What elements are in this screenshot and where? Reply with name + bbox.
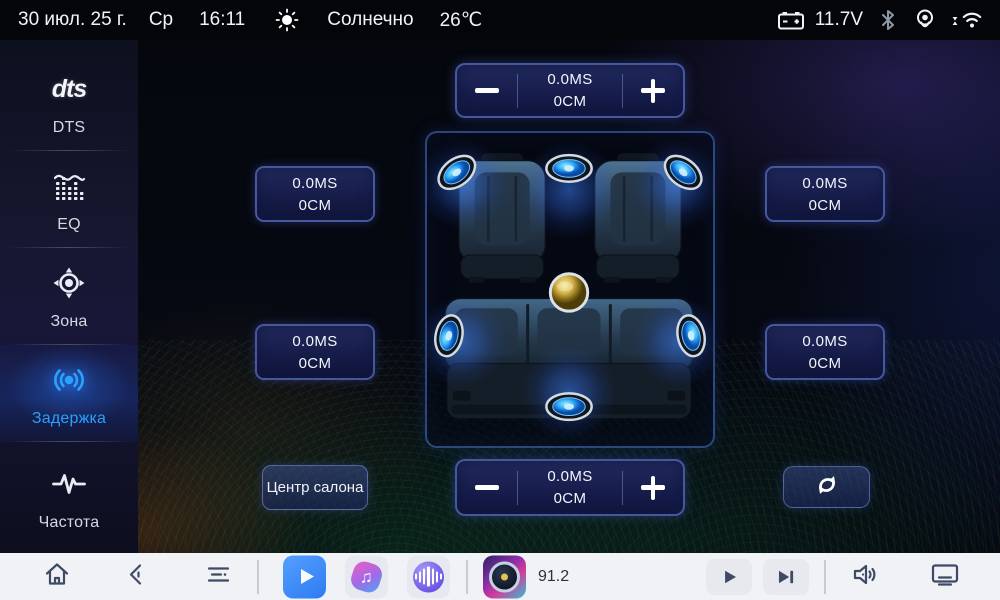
listening-position-button[interactable]: Центр салона	[262, 465, 368, 510]
rear-right-delay-box[interactable]: 0.0MS 0CM	[765, 324, 885, 380]
sidebar-item-eq-label: EQ	[57, 216, 81, 234]
music-app-icon[interactable]: ♫	[345, 555, 388, 598]
status-time: 16:11	[199, 9, 245, 31]
rear-left-delay-box[interactable]: 0.0MS 0CM	[255, 324, 375, 380]
bluetooth-icon	[878, 7, 898, 33]
rear-center-delay-stepper: 0.0MS 0CM	[455, 459, 685, 516]
back-icon[interactable]	[123, 560, 151, 593]
cabin-speaker-map	[425, 131, 715, 448]
head-unit-screen: 30 июл. 25 г. Ср 16:11 Солнечно 26℃	[0, 0, 1000, 600]
delay-waves-icon	[50, 359, 88, 401]
display-icon[interactable]	[929, 560, 961, 593]
status-temperature: 26℃	[440, 9, 482, 32]
delay-ms-value: 0.0MS	[292, 175, 337, 192]
front-left-delay-box[interactable]: 0.0MS 0CM	[255, 166, 375, 222]
front-center-delay-value: 0.0MS 0CM	[518, 71, 622, 110]
volume-icon[interactable]	[849, 559, 879, 594]
delay-ms-value: 0.0MS	[547, 71, 592, 88]
refresh-icon	[812, 470, 842, 505]
delay-cm-value: 0CM	[809, 355, 842, 372]
delay-cm-value: 0CM	[299, 355, 332, 372]
minus-icon	[475, 88, 499, 93]
sidebar-item-frequency[interactable]: Частота	[0, 442, 138, 552]
rear-center-delay-value: 0.0MS 0CM	[518, 468, 622, 507]
delay-cm-value: 0CM	[299, 197, 332, 214]
dock-divider	[257, 560, 259, 594]
voice-assistant-app-icon[interactable]	[407, 555, 450, 598]
sidebar-item-dts[interactable]: dts DTS	[0, 54, 138, 151]
front-right-delay-box[interactable]: 0.0MS 0CM	[765, 166, 885, 222]
recent-apps-icon[interactable]	[203, 560, 233, 593]
plus-icon	[641, 476, 665, 500]
radio-app-icon[interactable]	[483, 555, 526, 598]
voice-waveform-icon	[413, 561, 444, 592]
rear-center-speaker	[546, 393, 591, 420]
delay-ms-value: 0.0MS	[802, 175, 847, 192]
delay-cm-value: 0CM	[554, 93, 587, 110]
listening-position-label: Центр салона	[267, 479, 364, 496]
music-note-icon: ♫	[348, 558, 385, 595]
front-center-delay-stepper: 0.0MS 0CM	[455, 63, 685, 118]
home-icon[interactable]	[42, 559, 72, 594]
rear-delay-plus-button[interactable]	[623, 461, 683, 514]
eq-bars-icon	[50, 165, 88, 207]
dock-divider	[824, 560, 826, 594]
radio-frequency-label: 91.2	[538, 568, 569, 586]
location-icon[interactable]	[912, 6, 938, 34]
sidebar-item-zone-label: Зона	[50, 313, 87, 331]
frequency-wave-icon	[50, 463, 88, 505]
rear-delay-minus-button[interactable]	[457, 461, 517, 514]
gold-center-marker	[550, 274, 587, 311]
delay-cm-value: 0CM	[554, 490, 587, 507]
sidebar-item-eq[interactable]: EQ	[0, 151, 138, 248]
minus-icon	[475, 485, 499, 490]
sidebar: dts DTS EQ	[0, 40, 138, 553]
sun-icon	[275, 8, 299, 32]
video-player-app-icon[interactable]	[283, 555, 326, 598]
zone-target-icon	[50, 262, 88, 304]
delay-ms-value: 0.0MS	[547, 468, 592, 485]
status-date: 30 июл. 25 г.	[18, 9, 127, 31]
next-track-button[interactable]	[763, 559, 809, 595]
sidebar-item-zone[interactable]: Зона	[0, 248, 138, 345]
delay-ms-value: 0.0MS	[292, 333, 337, 350]
dock-divider	[466, 560, 468, 594]
sidebar-item-delay[interactable]: Задержка	[0, 345, 138, 442]
sidebar-item-frequency-label: Частота	[39, 514, 100, 532]
sidebar-item-dts-label: DTS	[53, 119, 86, 137]
status-bar: 30 июл. 25 г. Ср 16:11 Солнечно 26℃	[0, 0, 1000, 40]
delay-ms-value: 0.0MS	[802, 333, 847, 350]
wifi-icon[interactable]	[950, 6, 986, 34]
front-delay-minus-button[interactable]	[457, 65, 517, 116]
dock-bar: ♫ 91.2	[0, 553, 1000, 600]
front-delay-plus-button[interactable]	[623, 65, 683, 116]
car-battery-icon	[776, 6, 806, 34]
reset-delays-button[interactable]	[783, 466, 870, 508]
play-button[interactable]	[706, 559, 752, 595]
radio-speaker-icon	[489, 561, 520, 592]
status-weekday: Ср	[149, 9, 173, 31]
status-weather-condition: Солнечно	[327, 9, 413, 31]
front-center-speaker	[546, 155, 591, 182]
plus-icon	[641, 79, 665, 103]
sidebar-item-delay-label: Задержка	[32, 410, 106, 428]
dts-logo: dts	[52, 75, 87, 104]
delay-cm-value: 0CM	[809, 197, 842, 214]
status-voltage: 11.7V	[815, 9, 863, 31]
